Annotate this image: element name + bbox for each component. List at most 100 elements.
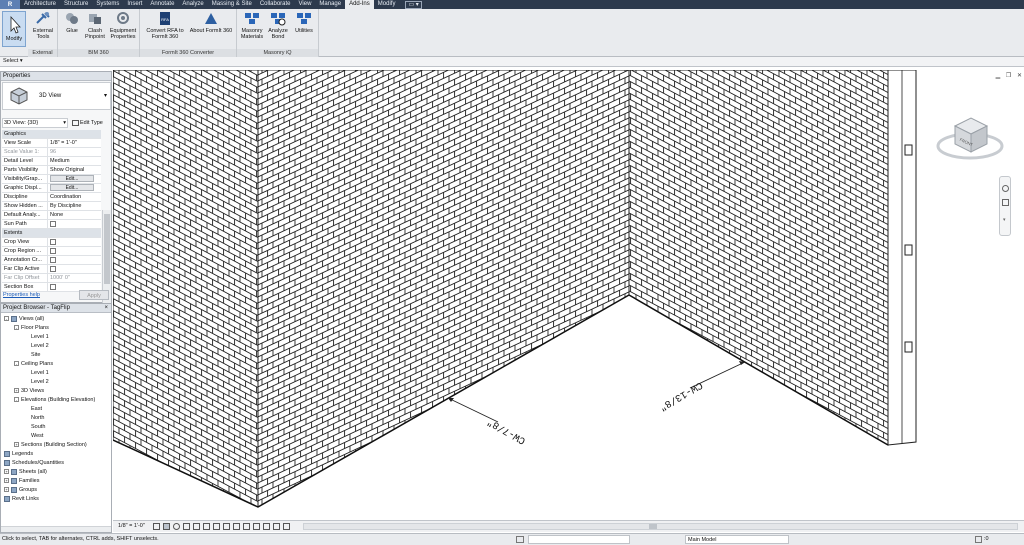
view-instance-selector[interactable]: 3D View: {3D} ▾ [2,118,68,128]
browser-item[interactable]: Schedules/Quantities [4,459,64,468]
property-row[interactable]: Show Hidden ... By Discipline [2,202,101,211]
visual-style-icon[interactable] [163,523,170,530]
property-row[interactable]: Annotation Cr... [2,256,101,265]
browser-scrollbar[interactable] [1,526,111,532]
property-section[interactable]: Extents [2,229,101,238]
collapse-icon[interactable]: - [14,397,19,403]
browser-item[interactable]: + Sections (Building Section) [14,441,87,450]
wall-tag-2[interactable]: CW-13/8" [657,379,705,413]
property-value[interactable]: Medium [48,157,101,165]
browser-item[interactable]: Level 2 [24,378,49,387]
masonry-materials-button[interactable]: Masonry Materials [239,11,265,40]
reveal-hidden-icon[interactable] [243,523,250,530]
constraints-icon[interactable] [283,523,290,530]
browser-item[interactable]: - Ceiling Plans [14,360,53,369]
wall-tag-1[interactable]: CW-7/8" [486,415,528,446]
clash-pinpoint-button[interactable]: Clash Pinpoint [82,11,108,40]
browser-item[interactable]: - Elevations (Building Elevation) [14,396,95,405]
expand-icon[interactable]: + [14,442,19,448]
property-value[interactable] [48,256,101,264]
browser-item[interactable]: Legends [4,450,33,459]
detail-level-icon[interactable] [153,523,160,530]
property-value[interactable]: 1/8" = 1'-0" [48,139,101,147]
property-row[interactable]: Far Clip Offset 1000' 0" [2,274,101,283]
worksharing-icon[interactable] [253,523,260,530]
tab-massing-site[interactable]: Massing & Site [208,0,256,9]
canvas-hscroll-thumb[interactable] [649,524,657,529]
crop-icon[interactable] [203,523,210,530]
property-value[interactable]: Edit... [48,175,101,183]
editable-dropdown[interactable] [528,535,630,544]
property-value[interactable] [48,247,101,255]
tab-systems[interactable]: Systems [92,0,123,9]
equipment-properties-button[interactable]: Equipment Properties [108,11,138,40]
property-row[interactable]: Scale Value 1: 96 [2,148,101,157]
collapse-icon[interactable]: - [14,325,19,331]
browser-item[interactable]: Level 2 [24,342,49,351]
property-row[interactable]: Default Analy... None [2,211,101,220]
browser-item[interactable]: West [24,432,43,441]
collapse-icon[interactable]: - [14,361,19,367]
about-formit-button[interactable]: About FormIt 360 [186,11,236,34]
browser-item[interactable]: Level 1 [24,333,49,342]
browser-item[interactable]: Level 1 [24,369,49,378]
expand-icon[interactable]: + [4,478,9,484]
browser-item[interactable]: +3D Views [14,387,44,396]
glue-button[interactable]: Glue [61,11,83,34]
tab-modify[interactable]: Modify [374,0,400,9]
property-checkbox[interactable] [50,220,56,227]
select-dropdown[interactable]: Select ▾ [3,58,23,64]
3d-view-canvas[interactable]: CW-7/8" CW-13/8" ▁ ❐ ✕ FRONT ▾ [113,70,1024,533]
render-icon[interactable] [193,523,200,530]
apply-button[interactable]: Apply [79,290,109,300]
worksets-icon[interactable] [516,536,524,543]
property-value[interactable]: None [48,211,101,219]
analyze-bond-button[interactable]: Analyze Bond [265,11,291,40]
tab-structure[interactable]: Structure [60,0,92,9]
properties-scroll-thumb[interactable] [104,214,110,284]
tab-add-ins[interactable]: Add-Ins [345,0,374,9]
view-minimize-icon[interactable]: ▁ [996,73,1001,79]
tab-manage[interactable]: Manage [315,0,345,9]
property-value[interactable]: 96 [48,148,101,156]
property-value[interactable] [48,265,101,273]
property-row[interactable]: Far Clip Active [2,265,101,274]
property-value[interactable]: 1000' 0" [48,274,101,282]
property-row[interactable]: Crop View [2,238,101,247]
tab-insert[interactable]: Insert [123,0,146,9]
view-restore-icon[interactable]: ❐ [1006,73,1011,79]
nav-menu-icon[interactable]: ▾ [1003,217,1008,227]
wall-right[interactable] [628,70,889,446]
property-row[interactable]: Detail Level Medium [2,157,101,166]
viewcube[interactable]: FRONT [935,108,1005,168]
convert-rfa-button[interactable]: RFA Convert RFA to FormIt 360 [144,11,186,40]
browser-item[interactable]: Revit Links [4,495,39,504]
sun-path-icon[interactable] [173,523,180,530]
tab-view[interactable]: View [295,0,316,9]
lock-icon[interactable] [223,523,230,530]
browser-item[interactable]: North [24,414,44,423]
model-dropdown[interactable]: Main Model [685,535,789,544]
property-row[interactable]: Sun Path [2,220,101,229]
property-value[interactable]: Coordination [48,193,101,201]
edit-type-button[interactable]: Edit Type [72,118,111,128]
tab-annotate[interactable]: Annotate [146,0,178,9]
property-row[interactable]: Crop Region ... [2,247,101,256]
wall-left[interactable] [113,70,259,508]
edit-button[interactable]: Edit... [50,184,94,191]
property-checkbox[interactable] [50,247,56,254]
application-menu-button[interactable]: R [0,0,20,9]
modify-button[interactable]: Modify [2,11,26,47]
property-value[interactable]: By Discipline [48,202,101,210]
wall-middle[interactable] [257,70,630,508]
browser-item[interactable]: - Floor Plans [14,324,49,333]
project-browser-close-icon[interactable]: × [104,305,108,311]
view-close-icon[interactable]: ✕ [1017,73,1022,79]
external-tools-button[interactable]: External Tools [31,11,55,40]
property-checkbox[interactable] [50,238,56,245]
collapse-icon[interactable]: - [4,316,9,322]
property-checkbox[interactable] [50,283,56,290]
properties-help-link[interactable]: Properties help [3,292,40,298]
steering-wheel-icon[interactable] [1002,185,1009,192]
tab-architecture[interactable]: Architecture [20,0,60,9]
